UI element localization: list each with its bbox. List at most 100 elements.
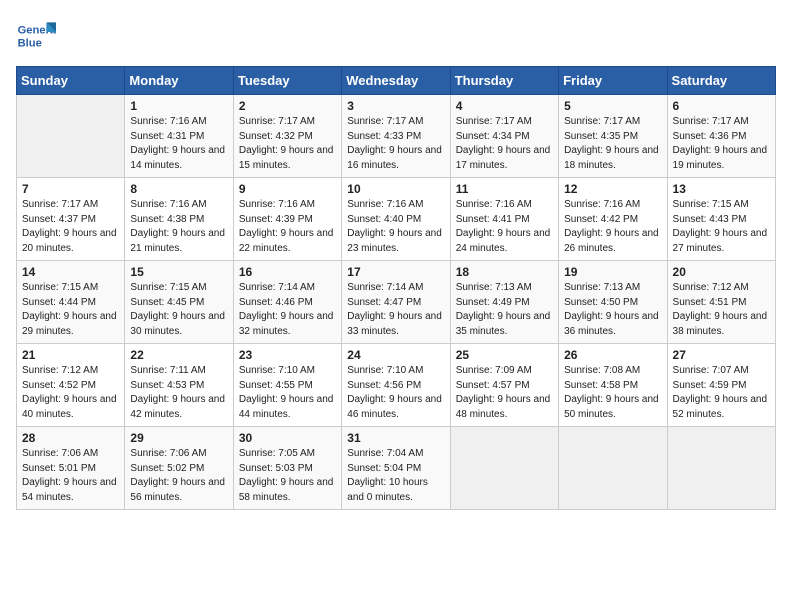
calendar-week-row: 7 Sunrise: 7:17 AMSunset: 4:37 PMDaylight… <box>17 178 776 261</box>
day-number: 2 <box>239 99 336 113</box>
day-detail: Sunrise: 7:15 AMSunset: 4:43 PMDaylight:… <box>673 198 770 256</box>
svg-text:Blue: Blue <box>18 37 42 49</box>
day-number: 8 <box>130 182 227 196</box>
calendar-cell: 5Sunrise: 7:17 AMSunset: 4:35 PMDaylight… <box>559 95 667 178</box>
calendar-cell: 20 Sunrise: 7:12 AMSunset: 4:51 PMDayligh… <box>667 261 775 344</box>
day-detail: Sunrise: 7:06 AMSunset: 5:02 PMDaylight:… <box>130 447 227 505</box>
day-number: 12 <box>564 182 661 196</box>
day-header: Monday <box>125 67 233 95</box>
day-number: 27 <box>673 348 770 362</box>
day-detail: Sunrise: 7:09 AMSunset: 4:57 PMDaylight:… <box>456 364 553 422</box>
day-header: Thursday <box>450 67 558 95</box>
calendar-week-row: 21 Sunrise: 7:12 AMSunset: 4:52 PMDayligh… <box>17 344 776 427</box>
day-header: Tuesday <box>233 67 341 95</box>
calendar-cell: 27 Sunrise: 7:07 AMSunset: 4:59 PMDayligh… <box>667 344 775 427</box>
calendar-cell: 25Sunrise: 7:09 AMSunset: 4:57 PMDayligh… <box>450 344 558 427</box>
day-detail: Sunrise: 7:17 AMSunset: 4:32 PMDaylight:… <box>239 115 336 173</box>
day-number: 21 <box>22 348 119 362</box>
day-header: Saturday <box>667 67 775 95</box>
day-number: 6 <box>673 99 770 113</box>
day-detail: Sunrise: 7:16 AMSunset: 4:31 PMDaylight:… <box>130 115 227 173</box>
calendar-header-row: SundayMondayTuesdayWednesdayThursdayFrid… <box>17 67 776 95</box>
day-detail: Sunrise: 7:07 AMSunset: 4:59 PMDaylight:… <box>673 364 770 422</box>
day-number: 22 <box>130 348 227 362</box>
day-number: 15 <box>130 265 227 279</box>
day-detail: Sunrise: 7:13 AMSunset: 4:50 PMDaylight:… <box>564 281 661 339</box>
day-number: 29 <box>130 431 227 445</box>
calendar-cell: 14 Sunrise: 7:15 AMSunset: 4:44 PMDayligh… <box>17 261 125 344</box>
day-detail: Sunrise: 7:12 AMSunset: 4:52 PMDaylight:… <box>22 364 119 422</box>
day-detail: Sunrise: 7:15 AMSunset: 4:45 PMDaylight:… <box>130 281 227 339</box>
day-detail: Sunrise: 7:16 AMSunset: 4:40 PMDaylight:… <box>347 198 444 256</box>
day-number: 16 <box>239 265 336 279</box>
day-detail: Sunrise: 7:10 AMSunset: 4:56 PMDaylight:… <box>347 364 444 422</box>
calendar-cell: 16 Sunrise: 7:14 AMSunset: 4:46 PMDayligh… <box>233 261 341 344</box>
calendar-week-row: 14 Sunrise: 7:15 AMSunset: 4:44 PMDayligh… <box>17 261 776 344</box>
calendar-cell: 9 Sunrise: 7:16 AMSunset: 4:39 PMDaylight… <box>233 178 341 261</box>
day-detail: Sunrise: 7:10 AMSunset: 4:55 PMDaylight:… <box>239 364 336 422</box>
day-header: Wednesday <box>342 67 450 95</box>
logo: General Blue <box>16 16 60 56</box>
day-number: 3 <box>347 99 444 113</box>
day-header: Friday <box>559 67 667 95</box>
day-detail: Sunrise: 7:17 AMSunset: 4:34 PMDaylight:… <box>456 115 553 173</box>
calendar-cell: 1 Sunrise: 7:16 AMSunset: 4:31 PMDaylight… <box>125 95 233 178</box>
calendar-week-row: 1 Sunrise: 7:16 AMSunset: 4:31 PMDaylight… <box>17 95 776 178</box>
header: General Blue <box>16 16 776 56</box>
calendar-cell: 8 Sunrise: 7:16 AMSunset: 4:38 PMDaylight… <box>125 178 233 261</box>
day-detail: Sunrise: 7:17 AMSunset: 4:37 PMDaylight:… <box>22 198 119 256</box>
calendar-cell: 12 Sunrise: 7:16 AMSunset: 4:42 PMDayligh… <box>559 178 667 261</box>
calendar-cell: 28 Sunrise: 7:06 AMSunset: 5:01 PMDayligh… <box>17 427 125 510</box>
day-number: 28 <box>22 431 119 445</box>
day-detail: Sunrise: 7:16 AMSunset: 4:38 PMDaylight:… <box>130 198 227 256</box>
day-number: 10 <box>347 182 444 196</box>
day-detail: Sunrise: 7:16 AMSunset: 4:39 PMDaylight:… <box>239 198 336 256</box>
calendar-cell <box>667 427 775 510</box>
day-number: 31 <box>347 431 444 445</box>
calendar-cell: 3 Sunrise: 7:17 AMSunset: 4:33 PMDaylight… <box>342 95 450 178</box>
calendar-cell: 10 Sunrise: 7:16 AMSunset: 4:40 PMDayligh… <box>342 178 450 261</box>
calendar-cell: 24 Sunrise: 7:10 AMSunset: 4:56 PMDayligh… <box>342 344 450 427</box>
day-detail: Sunrise: 7:12 AMSunset: 4:51 PMDaylight:… <box>673 281 770 339</box>
day-number: 24 <box>347 348 444 362</box>
day-detail: Sunrise: 7:14 AMSunset: 4:46 PMDaylight:… <box>239 281 336 339</box>
day-number: 20 <box>673 265 770 279</box>
day-detail: Sunrise: 7:13 AMSunset: 4:49 PMDaylight:… <box>456 281 553 339</box>
day-number: 14 <box>22 265 119 279</box>
calendar-cell: 6Sunrise: 7:17 AMSunset: 4:36 PMDaylight… <box>667 95 775 178</box>
day-number: 4 <box>456 99 553 113</box>
day-number: 18 <box>456 265 553 279</box>
day-number: 26 <box>564 348 661 362</box>
calendar-cell: 30 Sunrise: 7:05 AMSunset: 5:03 PMDayligh… <box>233 427 341 510</box>
day-detail: Sunrise: 7:05 AMSunset: 5:03 PMDaylight:… <box>239 447 336 505</box>
day-number: 9 <box>239 182 336 196</box>
calendar-cell: 15 Sunrise: 7:15 AMSunset: 4:45 PMDayligh… <box>125 261 233 344</box>
calendar-cell: 19 Sunrise: 7:13 AMSunset: 4:50 PMDayligh… <box>559 261 667 344</box>
day-detail: Sunrise: 7:06 AMSunset: 5:01 PMDaylight:… <box>22 447 119 505</box>
calendar-cell: 22 Sunrise: 7:11 AMSunset: 4:53 PMDayligh… <box>125 344 233 427</box>
day-number: 1 <box>130 99 227 113</box>
day-detail: Sunrise: 7:14 AMSunset: 4:47 PMDaylight:… <box>347 281 444 339</box>
calendar-week-row: 28 Sunrise: 7:06 AMSunset: 5:01 PMDayligh… <box>17 427 776 510</box>
calendar-cell <box>450 427 558 510</box>
day-number: 11 <box>456 182 553 196</box>
day-number: 17 <box>347 265 444 279</box>
calendar-cell: 29 Sunrise: 7:06 AMSunset: 5:02 PMDayligh… <box>125 427 233 510</box>
day-number: 19 <box>564 265 661 279</box>
day-detail: Sunrise: 7:11 AMSunset: 4:53 PMDaylight:… <box>130 364 227 422</box>
day-number: 23 <box>239 348 336 362</box>
day-number: 30 <box>239 431 336 445</box>
day-detail: Sunrise: 7:15 AMSunset: 4:44 PMDaylight:… <box>22 281 119 339</box>
calendar-cell: 17 Sunrise: 7:14 AMSunset: 4:47 PMDayligh… <box>342 261 450 344</box>
calendar-cell: 21 Sunrise: 7:12 AMSunset: 4:52 PMDayligh… <box>17 344 125 427</box>
calendar-cell: 7 Sunrise: 7:17 AMSunset: 4:37 PMDaylight… <box>17 178 125 261</box>
calendar-cell: 2 Sunrise: 7:17 AMSunset: 4:32 PMDaylight… <box>233 95 341 178</box>
day-detail: Sunrise: 7:17 AMSunset: 4:33 PMDaylight:… <box>347 115 444 173</box>
day-detail: Sunrise: 7:08 AMSunset: 4:58 PMDaylight:… <box>564 364 661 422</box>
day-number: 5 <box>564 99 661 113</box>
day-detail: Sunrise: 7:16 AMSunset: 4:42 PMDaylight:… <box>564 198 661 256</box>
day-number: 7 <box>22 182 119 196</box>
day-number: 13 <box>673 182 770 196</box>
calendar-cell <box>17 95 125 178</box>
day-detail: Sunrise: 7:04 AMSunset: 5:04 PMDaylight:… <box>347 447 444 505</box>
